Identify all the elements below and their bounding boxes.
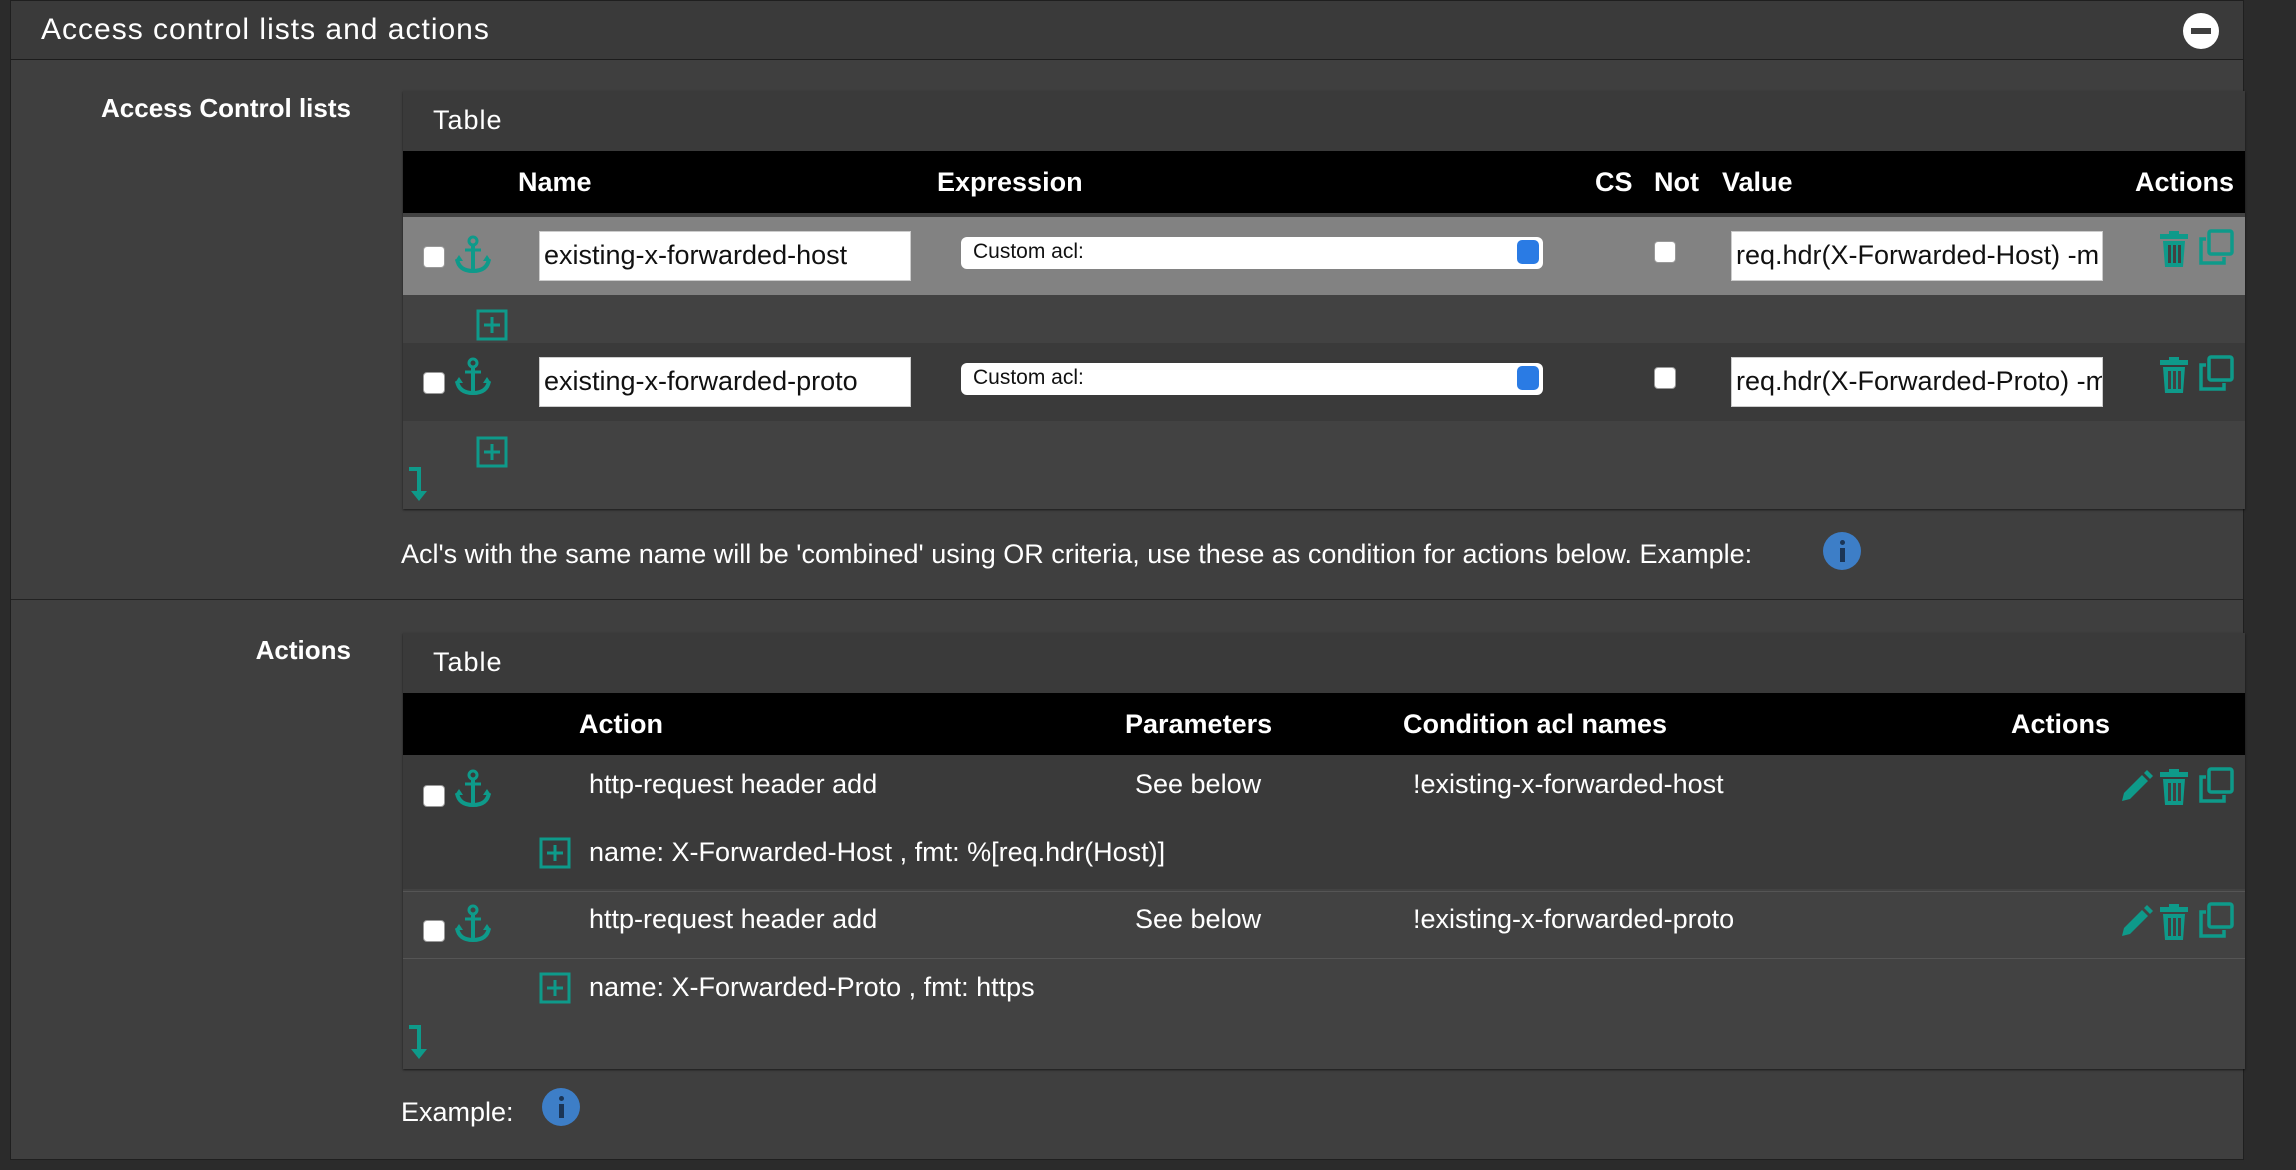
action-condition: !existing-x-forwarded-host	[1413, 769, 1724, 799]
actions-table-caption-text: Table	[433, 647, 503, 677]
copy-icon[interactable]	[2198, 355, 2234, 391]
trash-icon[interactable]	[2158, 357, 2190, 393]
acl-value-input[interactable]: req.hdr(X-Forwarded-Proto) -m	[1731, 357, 2103, 407]
trash-icon[interactable]	[2158, 769, 2190, 805]
copy-icon[interactable]	[2198, 767, 2234, 803]
trash-icon[interactable]	[2158, 904, 2190, 940]
actions-table-header: Action Parameters Condition acl names Ac…	[403, 693, 2245, 755]
col-expression: Expression	[937, 167, 1083, 197]
row-select-checkbox[interactable]	[423, 785, 445, 807]
col-name: Name	[518, 167, 592, 197]
panel-header: Access control lists and actions	[11, 1, 2243, 60]
plus-square-icon[interactable]	[539, 837, 571, 869]
acl-name-input[interactable]: existing-x-forwarded-proto	[539, 357, 911, 407]
action-type: http-request header add	[589, 904, 878, 934]
acl-row: existing-x-forwarded-proto Custom acl: r…	[403, 343, 2245, 421]
plus-square-icon[interactable]	[476, 436, 508, 468]
pencil-icon[interactable]	[2118, 769, 2154, 805]
acl-table-caption-text: Table	[433, 105, 503, 135]
acl-not-checkbox[interactable]	[1654, 241, 1676, 263]
action-row: http-request header add See below !exist…	[403, 891, 2245, 1026]
col-cs: CS	[1595, 167, 1633, 197]
actions-section-label: Actions	[255, 635, 351, 665]
action-parameters: See below	[1135, 904, 1262, 934]
row-select-checkbox[interactable]	[423, 372, 445, 394]
anchor-icon[interactable]	[453, 235, 493, 275]
row-select-checkbox[interactable]	[423, 246, 445, 268]
plus-square-icon[interactable]	[476, 309, 508, 341]
acl-expression-value: Custom acl:	[973, 240, 1084, 263]
row-select-checkbox[interactable]	[423, 920, 445, 942]
trash-icon[interactable]	[2158, 231, 2190, 267]
copy-icon[interactable]	[2198, 902, 2234, 938]
col-condition: Condition acl names	[1403, 709, 1668, 739]
chevron-updown-icon	[1517, 366, 1539, 390]
anchor-icon[interactable]	[453, 904, 493, 944]
acl-table: Table Name Expression CS Not Value Actio…	[403, 91, 2245, 509]
acl-expression-value: Custom acl:	[973, 366, 1084, 389]
acl-row: existing-x-forwarded-host Custom acl: re…	[403, 217, 2245, 295]
action-detail: name: X-Forwarded-Host , fmt: %[req.hdr(…	[589, 837, 1166, 867]
acl-note: Acl's with the same name will be 'combin…	[401, 539, 1753, 569]
action-condition: !existing-x-forwarded-proto	[1413, 904, 1735, 934]
acl-name-input[interactable]: existing-x-forwarded-host	[539, 231, 911, 281]
acl-value-input[interactable]: req.hdr(X-Forwarded-Host) -m	[1731, 231, 2103, 281]
minus-circle-icon[interactable]	[2183, 13, 2219, 49]
action-type: http-request header add	[589, 769, 878, 799]
col-not: Not	[1654, 167, 1699, 197]
chevron-updown-icon	[1517, 240, 1539, 264]
action-detail: name: X-Forwarded-Proto , fmt: https	[589, 972, 1035, 1002]
col-parameters: Parameters	[1125, 709, 1273, 739]
arrow-down-icon[interactable]	[407, 467, 431, 503]
pencil-icon[interactable]	[2118, 904, 2154, 940]
anchor-icon[interactable]	[453, 357, 493, 397]
info-icon[interactable]	[1823, 532, 1861, 570]
action-row: http-request header add See below !exist…	[403, 755, 2245, 889]
action-parameters: See below	[1135, 769, 1262, 799]
copy-icon[interactable]	[2198, 229, 2234, 265]
panel-title: Access control lists and actions	[41, 13, 490, 46]
info-icon[interactable]	[542, 1088, 580, 1126]
col-value: Value	[1722, 167, 1793, 197]
section-divider	[11, 599, 2243, 600]
acl-expression-select[interactable]: Custom acl:	[961, 237, 1543, 269]
acl-actions-panel: Access control lists and actions Access …	[10, 0, 2245, 1160]
acl-not-checkbox[interactable]	[1654, 367, 1676, 389]
actions-table-caption: Table	[403, 633, 2245, 693]
actions-table: Table Action Parameters Condition acl na…	[403, 633, 2245, 1069]
acl-section-label: Access Control lists	[101, 93, 351, 123]
actions-note: Example:	[401, 1097, 514, 1127]
acl-table-caption: Table	[403, 91, 2245, 151]
anchor-icon[interactable]	[453, 769, 493, 809]
arrow-down-icon[interactable]	[407, 1025, 431, 1061]
col-row-actions: Actions	[2011, 709, 2111, 739]
col-actions: Actions	[2135, 167, 2235, 197]
acl-table-header: Name Expression CS Not Value Actions	[403, 151, 2245, 213]
plus-square-icon[interactable]	[539, 972, 571, 1004]
row-divider	[403, 958, 2245, 959]
acl-expression-select[interactable]: Custom acl:	[961, 363, 1543, 395]
col-action: Action	[579, 709, 663, 739]
